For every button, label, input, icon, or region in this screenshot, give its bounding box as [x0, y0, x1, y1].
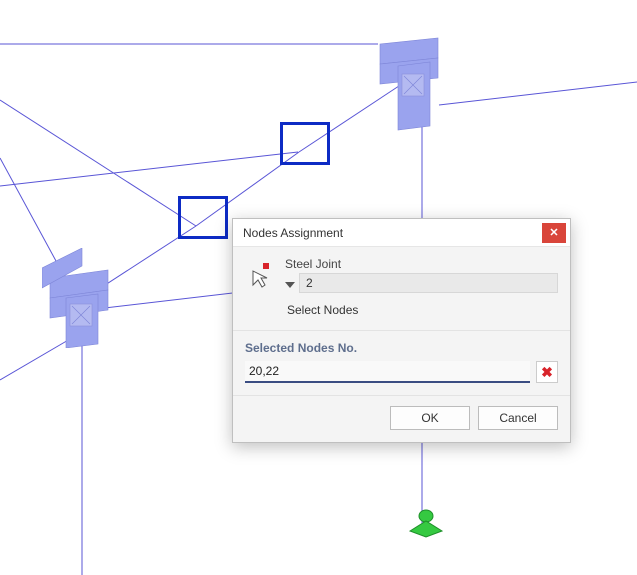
pick-node-cursor-icon: [245, 257, 277, 293]
select-nodes-label: Select Nodes: [287, 303, 558, 317]
steel-joint-label: Steel Joint: [285, 257, 558, 271]
clear-selection-button[interactable]: ✖: [536, 361, 558, 383]
close-button[interactable]: ✕: [542, 223, 566, 243]
dialog-titlebar[interactable]: Nodes Assignment ✕: [233, 219, 570, 247]
ground-node-icon[interactable]: [408, 509, 444, 539]
node-selection-marker[interactable]: [178, 196, 228, 239]
x-icon: ✖: [541, 364, 553, 381]
steel-joint-render: [370, 36, 450, 136]
cancel-button[interactable]: Cancel: [478, 406, 558, 430]
ok-button[interactable]: OK: [390, 406, 470, 430]
nodes-assignment-dialog: Nodes Assignment ✕ Steel Joint 2 Select …: [232, 218, 571, 443]
selected-nodes-input[interactable]: [245, 361, 530, 383]
selected-nodes-header: Selected Nodes No.: [245, 341, 558, 355]
dialog-title: Nodes Assignment: [243, 226, 343, 240]
steel-joint-dropdown-toggle[interactable]: [285, 282, 295, 288]
steel-joint-render: [42, 248, 122, 348]
steel-joint-value[interactable]: 2: [299, 273, 558, 293]
close-icon: ✕: [549, 226, 558, 239]
node-selection-marker[interactable]: [280, 122, 330, 165]
